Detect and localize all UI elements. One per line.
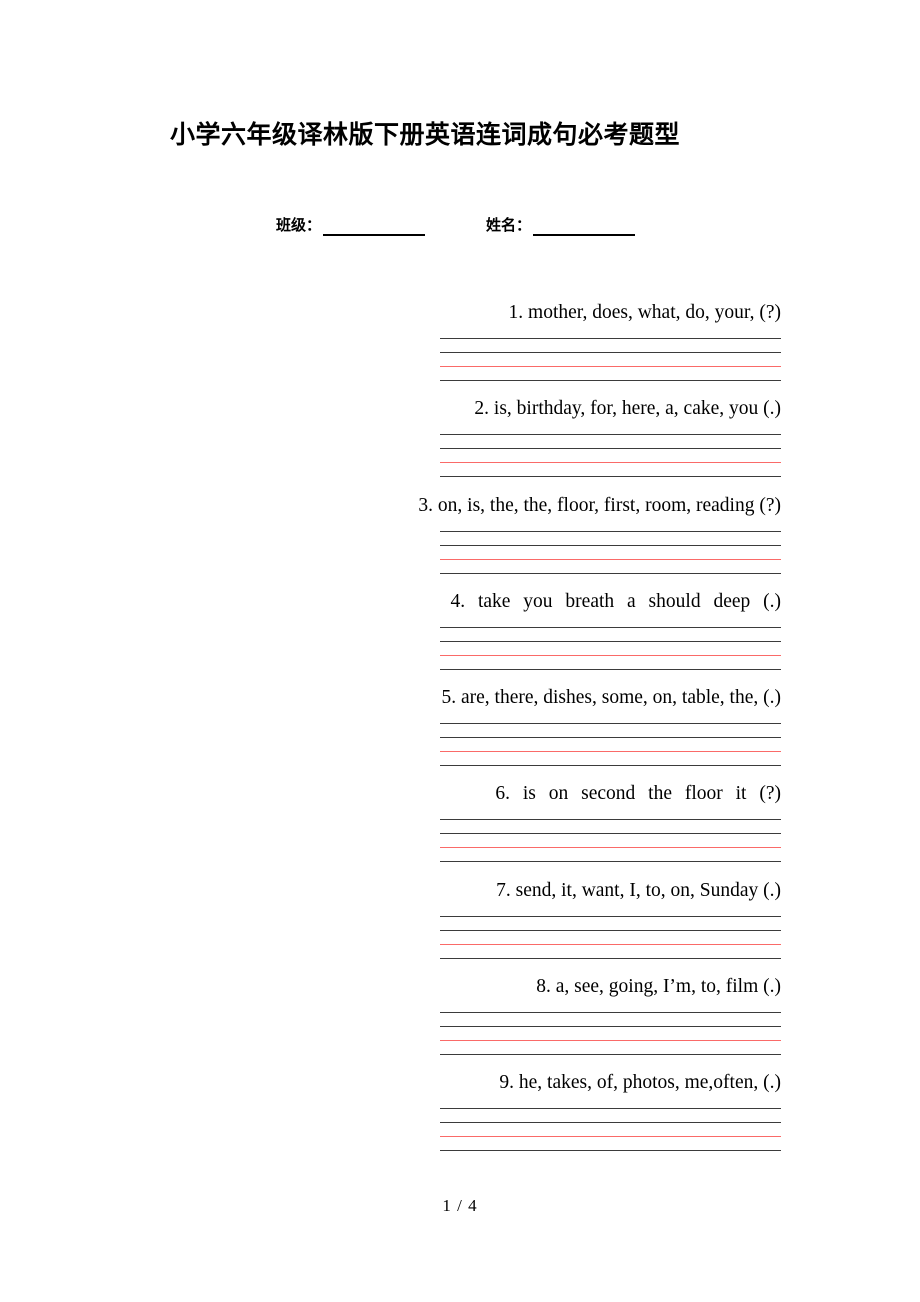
name-blank-line[interactable] xyxy=(533,216,636,236)
ruler-line xyxy=(440,819,781,821)
ruler-line xyxy=(440,448,781,450)
answer-ruler[interactable] xyxy=(440,819,781,865)
ruler-line-red xyxy=(440,462,781,464)
ruler-line-red xyxy=(440,366,781,367)
ruler-line xyxy=(440,1026,781,1028)
class-blank-line[interactable] xyxy=(323,216,426,236)
ruler-line-red xyxy=(440,943,781,945)
ruler-line xyxy=(440,434,781,436)
ruler-line xyxy=(440,723,781,725)
name-field: 姓名： xyxy=(486,214,636,236)
exercise-prompt: 2. is, birthday, for, here, a, cake, you… xyxy=(474,398,781,420)
ruler-line xyxy=(440,1122,781,1124)
ruler-line xyxy=(440,338,781,339)
class-label: 班级： xyxy=(276,216,322,234)
name-label: 姓名： xyxy=(486,216,532,234)
ruler-line-red xyxy=(440,751,781,753)
student-info-row: 班级： 姓名： xyxy=(276,214,836,244)
answer-ruler[interactable] xyxy=(440,530,781,577)
answer-ruler[interactable] xyxy=(440,1108,781,1154)
exercise-item: 5. are, there, dishes, some, on, table, … xyxy=(0,685,920,781)
ruler-line xyxy=(440,929,781,931)
class-field: 班级： xyxy=(276,214,426,236)
answer-ruler[interactable] xyxy=(440,915,781,962)
ruler-line xyxy=(440,530,781,532)
ruler-line xyxy=(440,737,781,739)
ruler-line xyxy=(440,668,781,670)
ruler-line-red xyxy=(440,1040,781,1042)
exercise-item: 9. he, takes, of, photos, me,often, (.) xyxy=(0,1070,920,1166)
ruler-line xyxy=(440,640,781,642)
ruler-line xyxy=(440,380,781,381)
ruler-line-red xyxy=(440,654,781,656)
exercise-item: 8. a, see, going, I’m, to, film (.) xyxy=(0,974,920,1070)
ruler-line-red xyxy=(440,847,781,849)
ruler-line xyxy=(440,352,781,353)
answer-ruler[interactable] xyxy=(440,1012,781,1058)
exercise-item: 2. is, birthday, for, here, a, cake, you… xyxy=(0,396,920,492)
exercise-prompt: 1. mother, does, what, do, your, (?) xyxy=(508,302,781,323)
exercise-prompt: 8. a, see, going, I’m, to, film (.) xyxy=(536,976,781,998)
exercise-item: 4. take you breath a should deep (.) xyxy=(0,589,920,685)
ruler-line xyxy=(440,1108,781,1110)
ruler-line xyxy=(440,957,781,959)
exercise-prompt: 4. take you breath a should deep (.) xyxy=(450,590,781,612)
answer-ruler[interactable] xyxy=(440,434,781,480)
exercise-prompt: 3. on, is, the, the, floor, first, room,… xyxy=(418,494,781,516)
exercise-prompt: 5. are, there, dishes, some, on, table, … xyxy=(441,687,781,709)
answer-ruler[interactable] xyxy=(440,626,781,673)
ruler-line xyxy=(440,572,781,574)
ruler-line xyxy=(440,626,781,628)
exercise-item: 7. send, it, want, I, to, on, Sunday (.) xyxy=(0,878,920,974)
ruler-line xyxy=(440,1054,781,1056)
ruler-line xyxy=(440,833,781,835)
answer-ruler[interactable] xyxy=(440,723,781,769)
exercise-item: 1. mother, does, what, do, your, (?) xyxy=(0,300,920,396)
exercise-prompt: 9. he, takes, of, photos, me,often, (.) xyxy=(499,1072,781,1094)
ruler-line xyxy=(440,861,781,863)
ruler-line xyxy=(440,915,781,917)
exercise-list: 1. mother, does, what, do, your, (?) 2. i… xyxy=(0,300,920,1167)
exercise-item: 3. on, is, the, the, floor, first, room,… xyxy=(0,493,920,589)
ruler-line xyxy=(440,476,781,478)
worksheet-page: 小学六年级译林版下册英语连词成句必考题型 班级： 姓名： 1. mother, … xyxy=(0,0,920,1302)
exercise-item: 6. is on second the floor it (?) xyxy=(0,781,920,877)
ruler-line xyxy=(440,544,781,546)
ruler-line-red xyxy=(440,558,781,560)
answer-ruler[interactable] xyxy=(440,338,781,384)
exercise-prompt: 6. is on second the floor it (?) xyxy=(495,783,781,805)
ruler-line xyxy=(440,1012,781,1014)
page-number: 1 / 4 xyxy=(442,1196,478,1215)
ruler-line xyxy=(440,1150,781,1152)
exercise-prompt: 7. send, it, want, I, to, on, Sunday (.) xyxy=(496,879,781,901)
page-title: 小学六年级译林版下册英语连词成句必考题型 xyxy=(170,120,681,149)
ruler-line xyxy=(440,765,781,767)
ruler-line-red xyxy=(440,1136,781,1138)
